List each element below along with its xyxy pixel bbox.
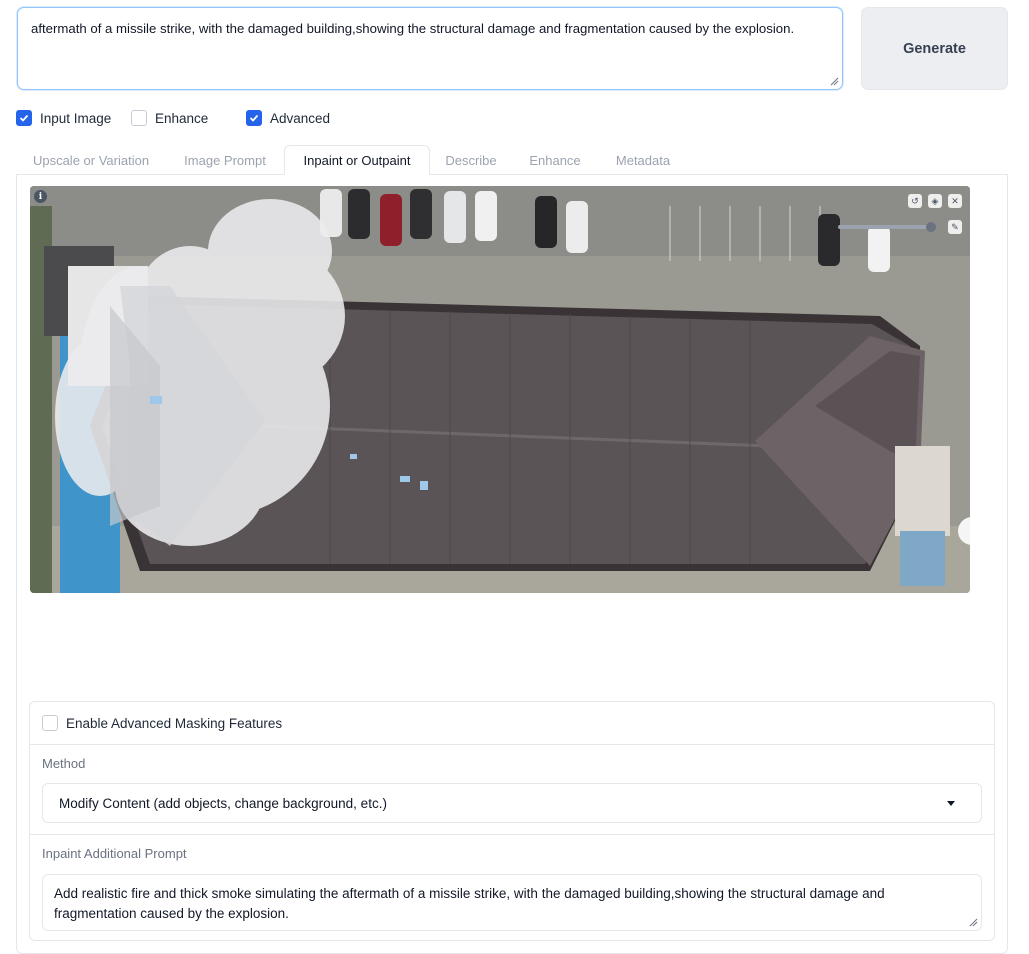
brush-size-slider[interactable]	[838, 225, 932, 229]
method-value: Modify Content (add objects, change back…	[59, 795, 387, 811]
resize-handle-icon[interactable]	[968, 917, 978, 927]
advanced-masking-label: Enable Advanced Masking Features	[66, 715, 283, 731]
advanced-masking-checkbox[interactable]: Enable Advanced Masking Features	[42, 715, 282, 731]
additional-prompt-label: Inpaint Additional Prompt	[42, 846, 187, 861]
input-image-checkbox[interactable]: Input Image	[16, 110, 111, 126]
tab-image-prompt[interactable]: Image Prompt	[166, 145, 284, 175]
generate-button[interactable]: Generate	[861, 7, 1008, 90]
aerial-image	[30, 186, 970, 593]
method-label: Method	[42, 756, 86, 771]
chevron-down-icon	[947, 801, 955, 806]
tab-upscale-or-variation[interactable]: Upscale or Variation	[16, 145, 166, 175]
prompt-text: aftermath of a missile strike, with the …	[31, 21, 795, 36]
enhance-checkbox[interactable]: Enhance	[131, 110, 208, 126]
tab-inpaint-or-outpaint[interactable]: Inpaint or Outpaint	[284, 145, 430, 175]
inpaint-options: Enable Advanced Masking Features Method …	[29, 701, 995, 941]
inpaint-canvas[interactable]	[30, 186, 970, 593]
advanced-checkbox[interactable]: Advanced	[246, 110, 330, 126]
additional-prompt-input[interactable]: Add realistic fire and thick smoke simul…	[42, 874, 982, 931]
checkbox-checked-icon[interactable]	[16, 110, 32, 126]
additional-prompt-text: Add realistic fire and thick smoke simul…	[54, 886, 885, 921]
tab-metadata[interactable]: Metadata	[598, 145, 688, 175]
advanced-label: Advanced	[270, 110, 331, 126]
enhance-label: Enhance	[155, 110, 209, 126]
input-image-label: Input Image	[40, 110, 112, 126]
info-icon[interactable]: i	[34, 190, 47, 203]
tab-bar: Upscale or Variation Image Prompt Inpain…	[16, 145, 1008, 175]
checkbox-unchecked-icon[interactable]	[131, 110, 147, 126]
tab-describe[interactable]: Describe	[430, 145, 512, 175]
checkbox-unchecked-icon[interactable]	[42, 715, 58, 731]
prompt-input[interactable]: aftermath of a missile strike, with the …	[17, 7, 843, 90]
checkbox-checked-icon[interactable]	[246, 110, 262, 126]
brush-icon[interactable]: ✎	[948, 220, 962, 234]
advanced-masking-row: Enable Advanced Masking Features	[30, 702, 994, 745]
brush-size-knob[interactable]	[926, 222, 936, 232]
close-icon[interactable]: ✕	[948, 194, 962, 208]
resize-handle-icon[interactable]	[829, 76, 839, 86]
undo-icon[interactable]: ↺	[908, 194, 922, 208]
method-select[interactable]: Modify Content (add objects, change back…	[42, 783, 982, 823]
eraser-icon[interactable]: ◈	[928, 194, 942, 208]
tab-enhance[interactable]: Enhance	[512, 145, 598, 175]
